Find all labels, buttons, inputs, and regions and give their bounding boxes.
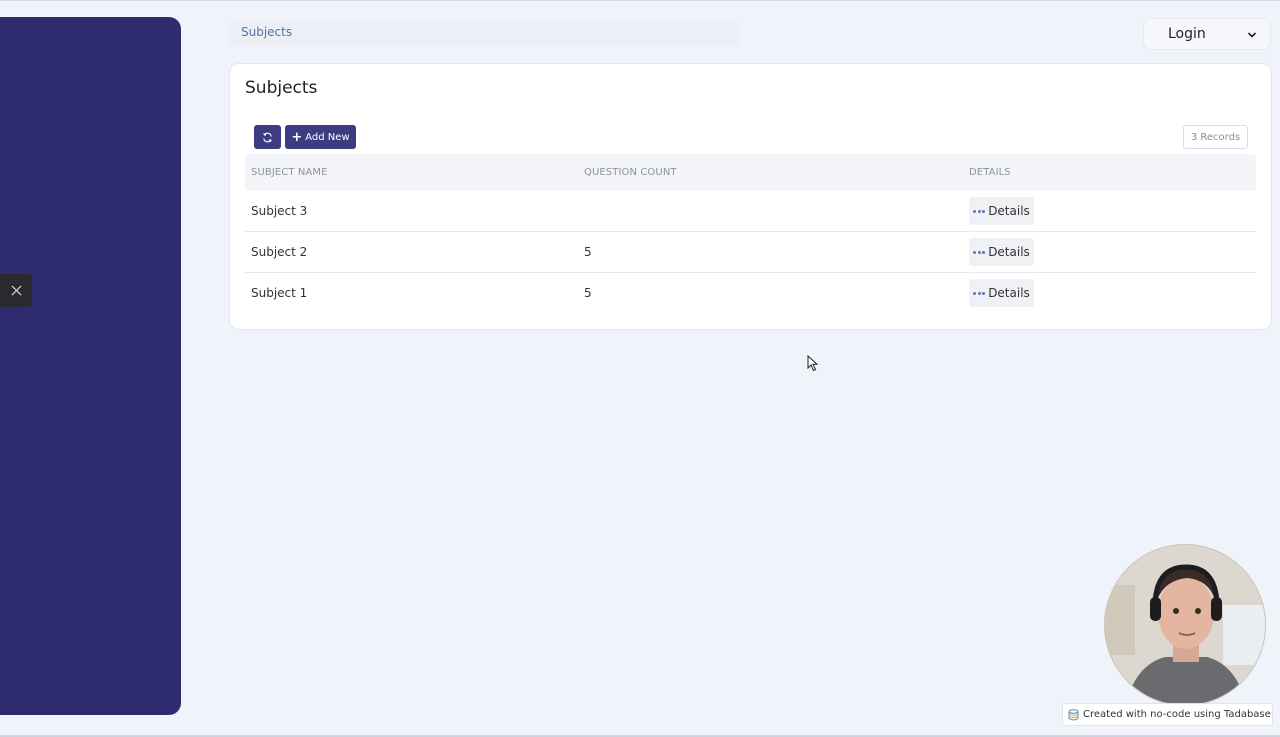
details-button[interactable]: Details	[969, 279, 1034, 307]
refresh-button[interactable]	[254, 125, 281, 149]
column-header-question-count[interactable]: QUESTION COUNT	[584, 167, 677, 178]
details-label: Details	[988, 286, 1030, 300]
table-header: SUBJECT NAME QUESTION COUNT DETAILS	[245, 154, 1256, 191]
table-row: Subject 2 5 Details	[245, 232, 1256, 273]
add-new-button[interactable]: + Add New	[285, 125, 356, 149]
breadcrumb: Subjects	[229, 20, 739, 45]
column-header-details: DETAILS	[969, 167, 1011, 178]
question-count-cell: 5	[584, 286, 592, 300]
tadabase-badge[interactable]: Created with no-code using Tadabase	[1062, 703, 1273, 726]
top-border	[0, 0, 1280, 1]
chevron-down-icon	[1247, 32, 1257, 38]
records-count-badge: 3 Records	[1183, 125, 1248, 149]
login-label: Login	[1168, 26, 1206, 42]
sidebar-panel	[0, 17, 181, 715]
breadcrumb-item-subjects[interactable]: Subjects	[241, 25, 292, 39]
question-count-cell: 5	[584, 245, 592, 259]
plus-icon: +	[291, 129, 303, 145]
refresh-icon	[263, 132, 272, 142]
details-label: Details	[988, 245, 1030, 259]
close-sidebar-button[interactable]	[0, 274, 32, 307]
database-icon	[1068, 708, 1079, 720]
webcam-overlay	[1104, 544, 1266, 706]
details-button[interactable]: Details	[969, 238, 1034, 266]
presenter-video-image	[1105, 545, 1265, 705]
column-header-subject-name[interactable]: SUBJECT NAME	[251, 167, 328, 178]
details-button[interactable]: Details	[969, 197, 1034, 225]
close-icon	[10, 285, 22, 296]
subjects-card: Subjects + Add New 3 Records SUBJECT NAM…	[229, 63, 1272, 330]
subject-name-cell: Subject 3	[251, 204, 308, 218]
login-dropdown[interactable]: Login	[1143, 18, 1271, 50]
ellipsis-icon	[973, 291, 986, 295]
mouse-cursor-icon	[807, 355, 819, 372]
subject-name-cell: Subject 2	[251, 245, 308, 259]
table-row: Subject 3 Details	[245, 191, 1256, 232]
table-row: Subject 1 5 Details	[245, 273, 1256, 314]
tadabase-badge-label: Created with no-code using Tadabase	[1083, 709, 1271, 720]
subject-name-cell: Subject 1	[251, 286, 308, 300]
page-title: Subjects	[245, 78, 318, 98]
add-new-label: Add New	[305, 131, 350, 143]
details-label: Details	[988, 204, 1030, 218]
ellipsis-icon	[973, 209, 986, 213]
ellipsis-icon	[973, 250, 986, 254]
